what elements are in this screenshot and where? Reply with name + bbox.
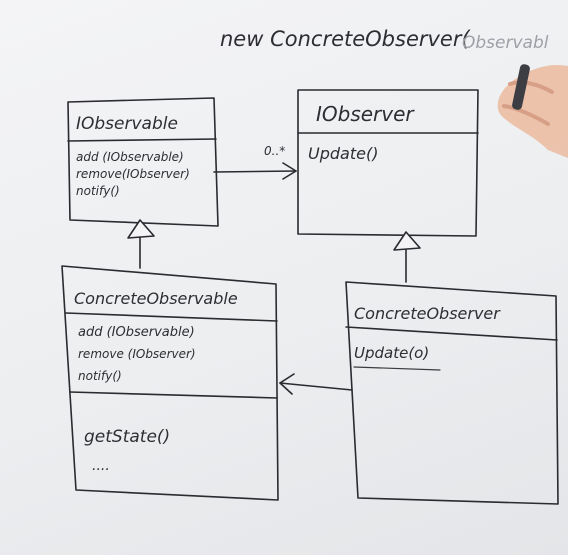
inheritance-arrow-observer — [393, 231, 421, 283]
iobservable-method-remove: remove(IObserver) — [76, 167, 190, 181]
concrete-observable-ellipsis: .... — [92, 458, 110, 474]
concrete-observer-method-update: Update(o) — [354, 344, 429, 362]
concrete-observable-method-add: add (IObservable) — [78, 325, 195, 340]
concrete-observer-class-box: ConcreteObserver Update(o) — [345, 281, 559, 505]
multiplicity-label: 0..* — [264, 144, 285, 158]
concrete-observable-class-box: ConcreteObservable add (IObservable) rem… — [61, 265, 279, 501]
iobserver-method-update: Update() — [308, 144, 378, 163]
concrete-observable-method-notify: notify() — [78, 369, 122, 383]
iobserver-name: IObserver — [316, 102, 415, 126]
concrete-observable-method-remove: remove (IObserver) — [78, 347, 196, 361]
iobservable-class-box: IObservable add (IObservable) remove(IOb… — [67, 97, 219, 227]
inheritance-arrow-observable — [127, 219, 155, 269]
observer-to-observable-arrow — [279, 373, 353, 395]
whiteboard: new ConcreteObserver( Observabl IObserva… — [0, 0, 568, 555]
concrete-observer-name: ConcreteObserver — [354, 304, 501, 323]
iobservable-method-add: add (IObservable) — [76, 150, 184, 164]
top-note-faded: Observabl — [462, 33, 549, 53]
hand-icon — [497, 64, 568, 158]
iobservable-method-notify: notify() — [76, 184, 120, 198]
iobservable-name: IObservable — [76, 114, 178, 134]
uml-diagram: new ConcreteObserver( Observabl IObserva… — [61, 27, 568, 505]
iobserver-class-box: IObserver Update() — [297, 89, 479, 237]
association-arrow: 0..* — [213, 144, 297, 180]
concrete-observable-name: ConcreteObservable — [74, 289, 238, 308]
top-note: new ConcreteObserver( — [220, 27, 470, 51]
concrete-observable-method-getstate: getState() — [84, 427, 170, 447]
